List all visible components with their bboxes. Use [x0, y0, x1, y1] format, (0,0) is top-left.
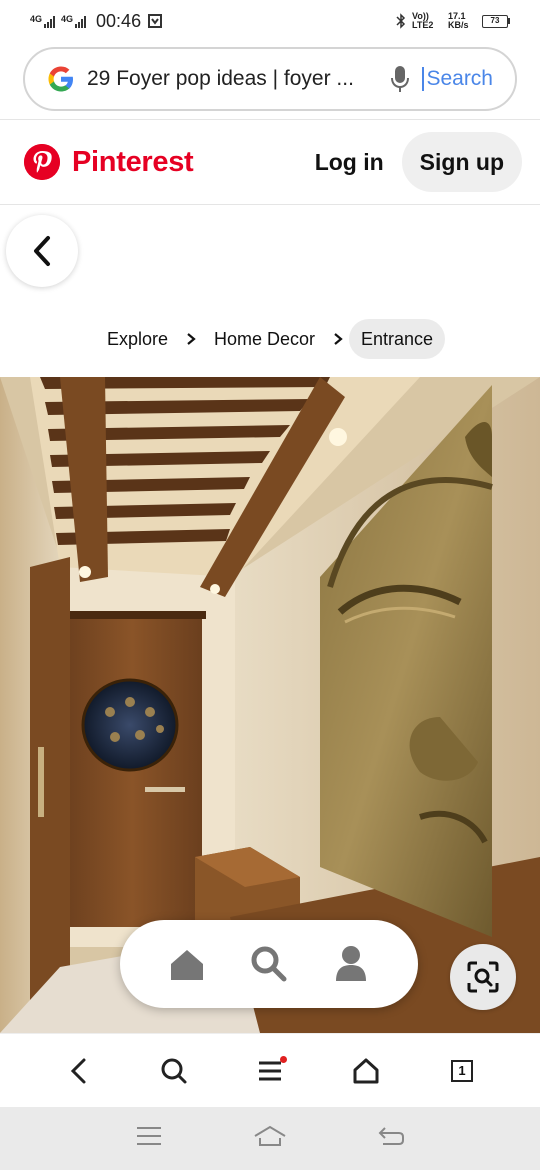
search-icon[interactable] — [249, 944, 289, 984]
page: 4G 4G 00:46 Vo)) LTE2 17.1 KB/s 73 29 Fo… — [0, 0, 540, 1170]
status-time: 00:46 — [96, 10, 142, 31]
browser-back-icon[interactable] — [58, 1051, 98, 1091]
floating-nav-bar — [120, 920, 418, 1008]
system-back-icon[interactable] — [377, 1125, 405, 1152]
google-g-icon — [48, 66, 73, 92]
status-left: 4G 4G 00:46 — [30, 11, 163, 32]
status-bar: 4G 4G 00:46 Vo)) LTE2 17.1 KB/s 73 — [0, 0, 540, 42]
login-button[interactable]: Log in — [315, 149, 384, 176]
visual-search-icon — [467, 961, 499, 993]
signal-icon-sim1: 4G — [30, 14, 56, 28]
microphone-icon[interactable] — [388, 63, 412, 95]
breadcrumb-explore[interactable]: Explore — [95, 319, 180, 359]
signup-button[interactable]: Sign up — [401, 132, 522, 192]
home-icon[interactable] — [167, 944, 207, 984]
tab-count: 1 — [451, 1059, 473, 1082]
breadcrumb: Explore Home Decor Entrance — [0, 318, 540, 360]
battery-icon: 73 — [482, 14, 510, 28]
search-query-text[interactable]: 29 Foyer pop ideas | foyer ... — [87, 67, 378, 91]
system-home-icon[interactable] — [252, 1124, 288, 1153]
chevron-right-icon — [331, 332, 345, 346]
browser-menu-icon[interactable] — [250, 1051, 290, 1091]
profile-icon[interactable] — [331, 944, 371, 984]
browser-tabs-icon[interactable]: 1 — [442, 1051, 482, 1091]
browser-home-icon[interactable] — [346, 1051, 386, 1091]
network-speed: 17.1 KB/s — [448, 11, 469, 30]
divider — [0, 204, 540, 205]
breadcrumb-home-decor[interactable]: Home Decor — [202, 319, 327, 359]
signal-icon-sim2: 4G — [61, 14, 87, 28]
google-search-bar[interactable]: 29 Foyer pop ideas | foyer ... Search — [23, 47, 517, 111]
status-right: Vo)) LTE2 17.1 KB/s 73 — [396, 12, 510, 30]
notification-dot — [280, 1055, 287, 1063]
back-button[interactable] — [6, 215, 78, 287]
system-nav-bar — [0, 1107, 540, 1170]
search-button[interactable]: Search — [422, 67, 493, 91]
chevron-right-icon — [184, 332, 198, 346]
volte-indicator: Vo)) LTE2 — [412, 11, 434, 30]
chevron-left-icon — [34, 236, 50, 266]
visual-search-button[interactable] — [450, 944, 516, 1010]
screenshot-notification-icon — [148, 14, 163, 28]
pinterest-wordmark[interactable]: Pinterest — [72, 146, 194, 179]
browser-toolbar: 1 — [0, 1033, 540, 1107]
pinterest-logo-icon[interactable] — [24, 144, 60, 180]
browser-search-icon[interactable] — [154, 1051, 194, 1091]
breadcrumb-entrance[interactable]: Entrance — [349, 319, 446, 359]
battery-level: 73 — [482, 14, 508, 28]
recent-apps-icon[interactable] — [135, 1125, 163, 1152]
pinterest-header: Pinterest Log in Sign up — [0, 120, 540, 204]
bluetooth-icon — [396, 13, 406, 29]
